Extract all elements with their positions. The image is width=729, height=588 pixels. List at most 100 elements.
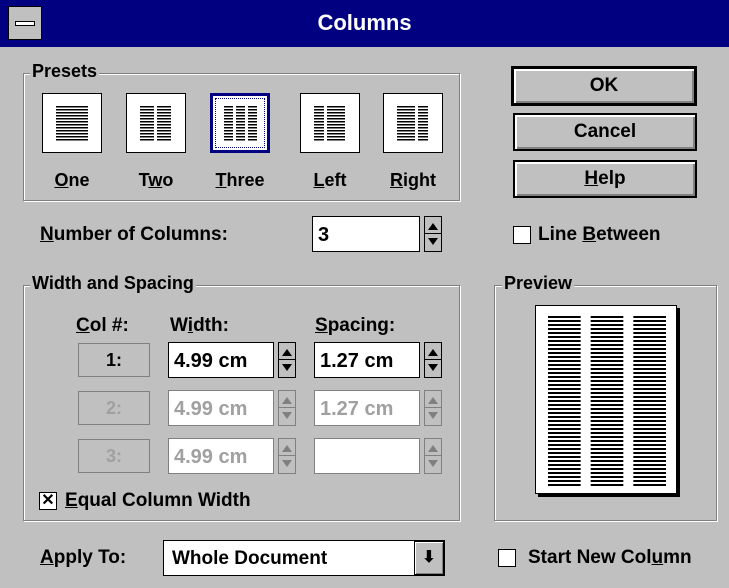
preview-line <box>548 480 581 482</box>
preview-line <box>548 432 581 434</box>
spin-up-icon <box>282 445 292 452</box>
preview-line <box>548 348 581 350</box>
preview-line <box>590 400 624 402</box>
line-between-accel: B <box>582 224 597 245</box>
preview-line <box>548 336 581 338</box>
cancel-button[interactable]: Cancel <box>513 113 697 151</box>
spinner[interactable] <box>424 390 442 426</box>
preview-line <box>590 432 624 434</box>
preview-line <box>633 476 666 478</box>
start-new-column-checkbox[interactable] <box>498 549 516 567</box>
preview-line <box>548 388 581 390</box>
help-button[interactable]: Help <box>513 160 697 198</box>
preview-line <box>548 476 581 478</box>
snc-post: mn <box>663 547 692 568</box>
preview-line <box>548 484 581 486</box>
preview-line <box>548 452 581 454</box>
width-input-2[interactable]: 4.99 cm <box>168 390 274 426</box>
spacing-input-3[interactable] <box>314 438 420 474</box>
preset-label-post: ne <box>68 170 90 190</box>
preview-line <box>633 468 666 470</box>
preview-line <box>633 484 666 486</box>
spin-divider <box>279 359 295 360</box>
preview-line <box>548 420 581 422</box>
preview-line <box>590 484 624 486</box>
apply-to-value: Whole Document <box>172 548 328 569</box>
preview-line <box>633 316 666 318</box>
dropdown-button[interactable]: ⬇ <box>414 541 444 575</box>
spin-divider <box>425 359 441 360</box>
preview-line <box>548 368 581 370</box>
preview-line <box>633 348 666 350</box>
preview-line <box>590 376 624 378</box>
preview-line <box>633 360 666 362</box>
preview-line <box>548 400 581 402</box>
ok-button[interactable]: OK <box>511 66 697 106</box>
preview-line <box>548 428 581 430</box>
preset-1-button[interactable] <box>126 93 186 153</box>
preview-line <box>633 448 666 450</box>
spin-up-icon <box>428 445 438 452</box>
preview-line <box>633 404 666 406</box>
spin-divider <box>279 455 295 456</box>
number-of-columns-input[interactable]: 3 <box>312 216 420 252</box>
preview-line <box>633 340 666 342</box>
preset-label-accel: w <box>148 170 163 190</box>
preset-3-button[interactable] <box>300 93 360 153</box>
preset-label-accel: R <box>390 170 403 190</box>
preview-line <box>548 328 581 330</box>
preview-line <box>590 456 624 458</box>
preview-line <box>590 340 624 342</box>
preset-2-button[interactable] <box>210 93 270 153</box>
preset-label-post: ight <box>403 170 436 190</box>
preset-label-pre: T <box>138 170 149 190</box>
preset-0-button[interactable] <box>42 93 102 153</box>
apply-text: pply To: <box>53 547 127 568</box>
preview-legend: Preview <box>502 273 575 294</box>
preset-label-post: eft <box>324 170 347 190</box>
width-input-3[interactable]: 4.99 cm <box>168 438 274 474</box>
col-header: Col #: <box>76 315 129 337</box>
preview-line <box>590 480 624 482</box>
apply-to-dropdown[interactable]: Whole Document ⬇ <box>163 540 445 576</box>
help-accel: H <box>584 168 599 189</box>
equal-column-width-checkbox[interactable]: ✕ <box>39 492 57 510</box>
preview-line <box>633 440 666 442</box>
spin-down-icon <box>282 364 292 371</box>
line-between-checkbox[interactable] <box>513 226 531 244</box>
preview-line <box>590 324 624 326</box>
preview-line <box>548 356 581 358</box>
preview-line <box>590 440 624 442</box>
preview-line <box>633 392 666 394</box>
preview-line <box>633 352 666 354</box>
preview-line <box>548 468 581 470</box>
preview-line <box>590 404 624 406</box>
preset-4-button[interactable] <box>383 93 443 153</box>
spinner[interactable] <box>278 438 296 474</box>
preview-line <box>590 388 624 390</box>
spinner[interactable] <box>278 390 296 426</box>
preview-line <box>548 472 581 474</box>
number-of-columns-spinner[interactable] <box>424 216 442 252</box>
preset-columns-icon <box>56 106 88 141</box>
line-between-post: etween <box>596 224 661 245</box>
number-label-text: umber of Columns: <box>53 224 228 245</box>
preview-line <box>633 388 666 390</box>
spin-down-icon <box>282 412 292 419</box>
width-input-1[interactable]: 4.99 cm <box>168 342 274 378</box>
spacing-input-2[interactable]: 1.27 cm <box>314 390 420 426</box>
equal-accel: E <box>65 490 78 511</box>
help-label: elp <box>598 168 626 189</box>
preset-3-label: Left <box>292 170 368 191</box>
spinner[interactable] <box>424 342 442 378</box>
spacing-input-1[interactable]: 1.27 cm <box>314 342 420 378</box>
preview-line <box>633 372 666 374</box>
preset-label-accel: O <box>54 170 69 190</box>
preview-line <box>590 352 624 354</box>
equal-column-width-label: Equal Column Width <box>65 490 251 512</box>
spinner[interactable] <box>424 438 442 474</box>
preview-line <box>590 332 624 334</box>
spinner[interactable] <box>278 342 296 378</box>
preview-line <box>548 344 581 346</box>
spin-divider <box>425 407 441 408</box>
